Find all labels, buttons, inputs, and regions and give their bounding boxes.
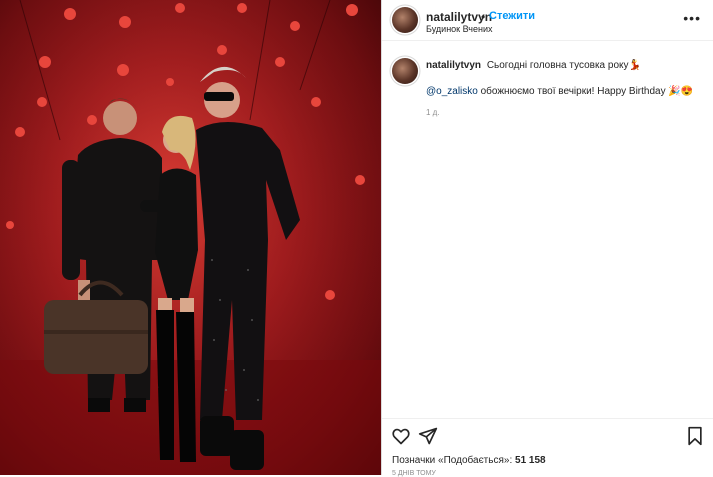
likes-number: 51 158 xyxy=(515,455,546,466)
caption-reply-line: @o_zalisko обожнюємо твої вечірки! Happy… xyxy=(426,86,693,97)
post-sidebar: natalilytvyn • Стежити Будинок Вчених ••… xyxy=(381,0,713,477)
mention-link[interactable]: @o_zalisko xyxy=(426,86,478,97)
caption-username[interactable]: natalilytvyn xyxy=(426,60,481,71)
action-bar xyxy=(382,418,713,455)
location-link[interactable]: Будинок Вчених xyxy=(426,24,493,34)
send-icon[interactable] xyxy=(418,426,438,451)
follow-button[interactable]: Стежити xyxy=(489,10,535,22)
likes-count[interactable]: Позначки «Подобається»: 51 158 xyxy=(392,455,546,466)
party-photo-illustration xyxy=(0,0,381,475)
post-date: 5 днів тому xyxy=(392,470,436,477)
comment-time: 1 д. xyxy=(426,108,440,117)
avatar[interactable] xyxy=(392,7,418,33)
post-photo[interactable] xyxy=(0,0,381,475)
separator-dot: • xyxy=(481,10,486,24)
bookmark-icon[interactable] xyxy=(686,426,704,451)
post-header: natalilytvyn • Стежити Будинок Вчених ••… xyxy=(382,0,713,41)
caption-avatar[interactable] xyxy=(392,58,418,84)
reply-text: обожнюємо твої вечірки! Happy Birthday 🎉… xyxy=(477,86,694,97)
likes-prefix: Позначки «Подобається»: xyxy=(392,455,516,466)
more-dots-icon[interactable]: ••• xyxy=(683,10,701,26)
heart-icon[interactable] xyxy=(391,426,411,451)
caption-line: natalilytvyn Сьогодні головна тусовка ро… xyxy=(426,60,641,71)
caption-text: Сьогодні головна тусовка року💃 xyxy=(486,60,641,71)
